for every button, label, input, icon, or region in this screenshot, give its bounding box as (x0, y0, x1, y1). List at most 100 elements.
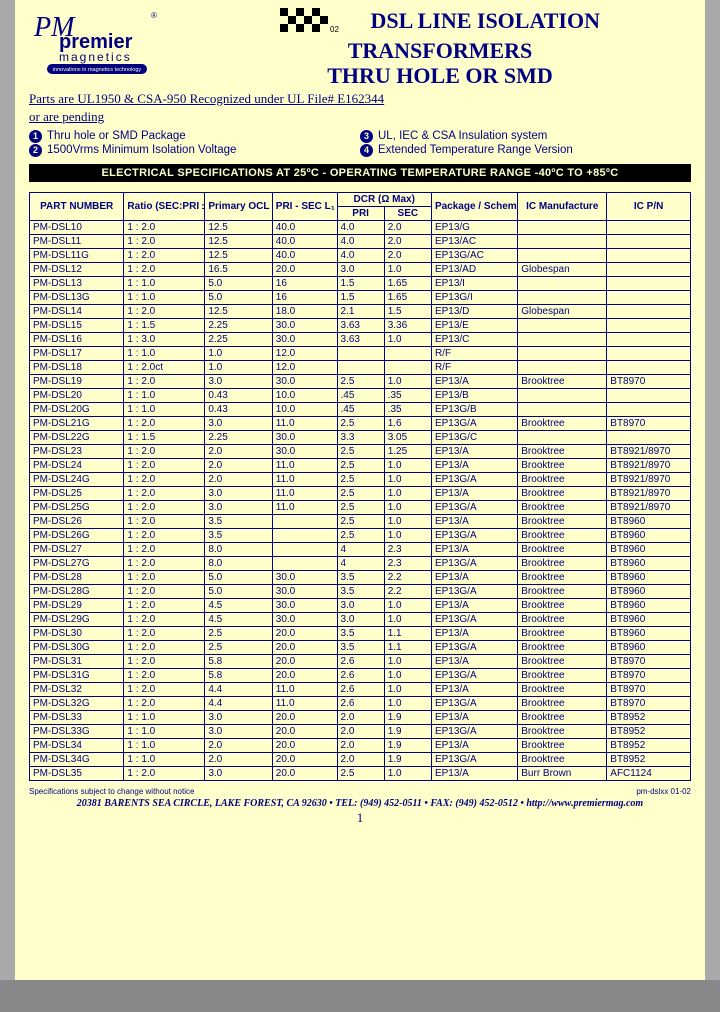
cell: 1.1 (384, 640, 431, 654)
cell: EP13/A (431, 458, 517, 472)
cell: 1.0 (384, 612, 431, 626)
svg-text:02: 02 (330, 25, 339, 34)
cell: R/F (431, 346, 517, 360)
cell: 4 (337, 556, 384, 570)
cell: 1.0 (205, 346, 272, 360)
cell (518, 290, 607, 304)
cell (518, 388, 607, 402)
cell: 1.0 (384, 500, 431, 514)
cell: 5.0 (205, 584, 272, 598)
cell: PM-DSL29G (30, 612, 124, 626)
th-pn: IC P/N (607, 192, 691, 220)
cell: 3.3 (337, 430, 384, 444)
cell: 2.5 (337, 486, 384, 500)
cell: 2.25 (205, 430, 272, 444)
table-row: PM-DSL28G1 : 2.05.030.03.52.2EP13G/ABroo… (30, 584, 691, 598)
cell: 1.0 (384, 458, 431, 472)
cell: 4.5 (205, 598, 272, 612)
cell: 20.0 (272, 654, 337, 668)
cell: 1.0 (384, 262, 431, 276)
cell: 1 : 2.0 (124, 500, 205, 514)
cell (607, 262, 691, 276)
datasheet-page: PM premier magnetics innovations in magn… (15, 0, 705, 980)
cell: 1.0 (384, 332, 431, 346)
cell: BT8952 (607, 710, 691, 724)
cell: 1 : 3.0 (124, 332, 205, 346)
table-row: PM-DSL24G1 : 2.02.011.02.51.0EP13G/ABroo… (30, 472, 691, 486)
cell (337, 360, 384, 374)
cell (607, 332, 691, 346)
table-row: PM-DSL141 : 2.012.518.02.11.5EP13/DGlobe… (30, 304, 691, 318)
cell: 3.05 (384, 430, 431, 444)
cell (607, 318, 691, 332)
cell: 1 : 2.0 (124, 584, 205, 598)
table-row: PM-DSL321 : 2.04.411.02.61.0EP13/ABrookt… (30, 682, 691, 696)
cell: 2.0 (205, 472, 272, 486)
cell: 2.0 (205, 738, 272, 752)
cell: 11.0 (272, 696, 337, 710)
cell: PM-DSL33 (30, 710, 124, 724)
cell: 1 : 2.0 (124, 458, 205, 472)
cell: BT8970 (607, 668, 691, 682)
address: 20381 BARENTS SEA CIRCLE, LAKE FOREST, C… (29, 798, 691, 809)
cell: PM-DSL31 (30, 654, 124, 668)
cell: 30.0 (272, 332, 337, 346)
cell: 8.0 (205, 556, 272, 570)
cell: 3.5 (337, 570, 384, 584)
cell: 1 : 2.0 (124, 304, 205, 318)
cell: 1.0 (384, 654, 431, 668)
cell: Brooktree (518, 752, 607, 766)
cell: PM-DSL19 (30, 374, 124, 388)
cell: Brooktree (518, 472, 607, 486)
cell (607, 290, 691, 304)
cell: BT8921/8970 (607, 444, 691, 458)
logo-area: PM premier magnetics innovations in magn… (29, 8, 189, 89)
cell: EP13G/AC (431, 248, 517, 262)
header: PM premier magnetics innovations in magn… (29, 8, 691, 89)
cell: BT8921/8970 (607, 458, 691, 472)
cell: BT8970 (607, 416, 691, 430)
cell: 0.43 (205, 402, 272, 416)
cell (518, 248, 607, 262)
cell: 30.0 (272, 430, 337, 444)
table-row: PM-DSL26G1 : 2.03.52.51.0EP13G/ABrooktre… (30, 528, 691, 542)
cell: 20.0 (272, 640, 337, 654)
cell: Globespan (518, 262, 607, 276)
cell: 2.2 (384, 570, 431, 584)
cell: 20.0 (272, 724, 337, 738)
cell (384, 346, 431, 360)
cell: EP13/A (431, 374, 517, 388)
cell: BT8960 (607, 542, 691, 556)
table-row: PM-DSL331 : 1.03.020.02.01.9EP13/ABrookt… (30, 710, 691, 724)
table-row: PM-DSL171 : 1.01.012.0R/F (30, 346, 691, 360)
cell: EP13/A (431, 570, 517, 584)
th-ratio: Ratio (SEC:PRI ± 3%) (124, 192, 205, 220)
cell: 12.5 (205, 234, 272, 248)
cell: 40.0 (272, 220, 337, 234)
cell: 4.0 (337, 248, 384, 262)
cell: PM-DSL12 (30, 262, 124, 276)
cell: PM-DSL27 (30, 542, 124, 556)
cell: 4.4 (205, 682, 272, 696)
cell: 3.0 (205, 724, 272, 738)
premier-logo: PM premier magnetics innovations in magn… (29, 8, 159, 78)
cell: Brooktree (518, 598, 607, 612)
cell: Brooktree (518, 500, 607, 514)
cell: 12.5 (205, 248, 272, 262)
cell: BT8970 (607, 654, 691, 668)
cell: PM-DSL33G (30, 724, 124, 738)
cell: 12.0 (272, 360, 337, 374)
cell: EP13G/A (431, 696, 517, 710)
cell: 1 : 1.5 (124, 318, 205, 332)
cell: PM-DSL20 (30, 388, 124, 402)
cell: 2.5 (337, 458, 384, 472)
cell: Globespan (518, 304, 607, 318)
cell: 1.0 (384, 668, 431, 682)
cell: 1 : 2.0 (124, 766, 205, 780)
cell: EP13/AC (431, 234, 517, 248)
cell: EP13G/A (431, 724, 517, 738)
cell: PM-DSL34 (30, 738, 124, 752)
cell: 1 : 2.0 (124, 556, 205, 570)
cell: Brooktree (518, 724, 607, 738)
cell: 3.63 (337, 332, 384, 346)
